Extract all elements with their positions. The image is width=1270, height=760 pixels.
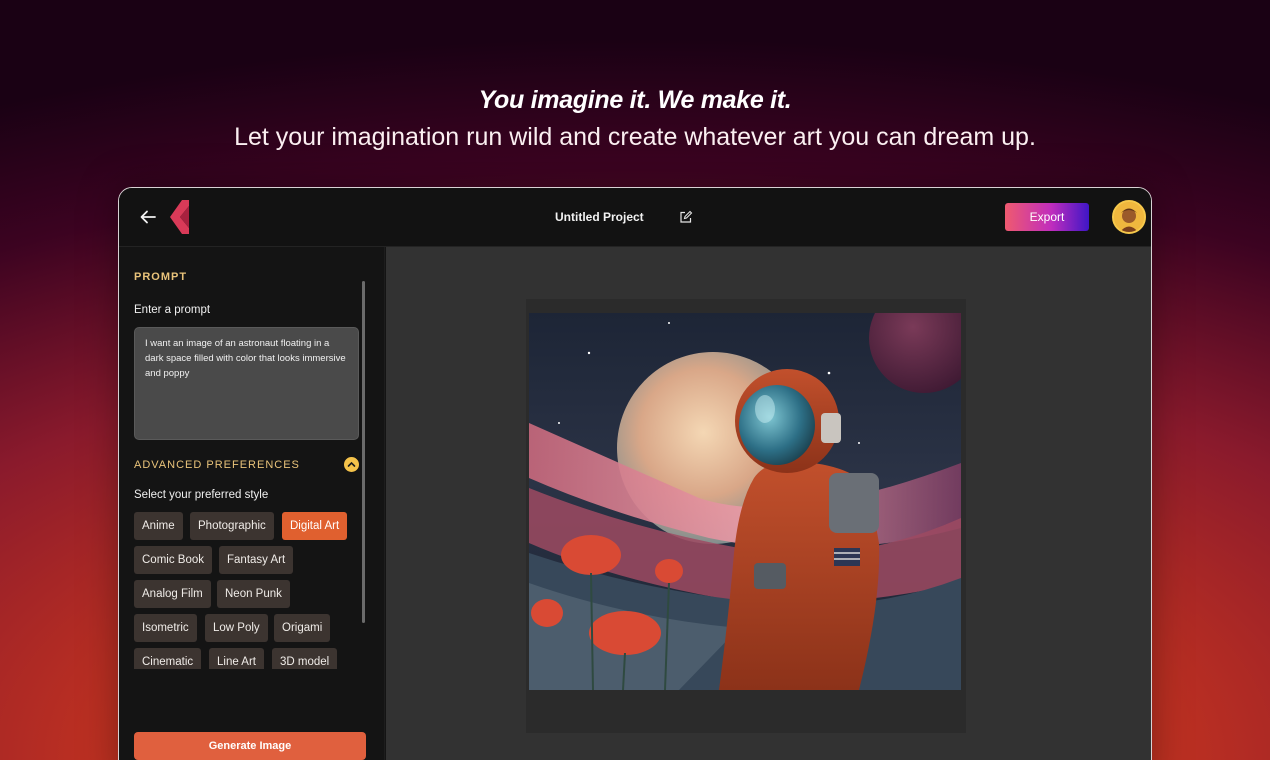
project-title[interactable]: Untitled Project	[555, 210, 644, 224]
export-button[interactable]: Export	[1005, 203, 1089, 231]
sidebar: PROMPT Enter a prompt I want an image of…	[119, 247, 385, 760]
style-chip-neon-punk[interactable]: Neon Punk	[217, 580, 290, 608]
sidebar-scrollbar[interactable]	[362, 281, 365, 623]
style-chip-photographic[interactable]: Photographic	[190, 512, 274, 540]
arrow-left-icon	[140, 210, 156, 224]
app-window: Untitled Project Export PROMPT Enter a p…	[118, 187, 1152, 760]
advanced-collapse-button[interactable]	[344, 457, 359, 472]
generate-image-button[interactable]: Generate Image	[134, 732, 366, 760]
advanced-preferences-title[interactable]: ADVANCED PREFERENCES	[134, 459, 300, 471]
user-avatar[interactable]	[1112, 200, 1146, 234]
avatar-face-icon	[1114, 202, 1144, 232]
chevron-up-icon	[347, 461, 356, 467]
hero: You imagine it. We make it. Let your ima…	[0, 86, 1270, 152]
back-button[interactable]	[137, 206, 159, 228]
prompt-section-title: PROMPT	[134, 271, 188, 283]
canvas-area	[386, 247, 1151, 760]
prompt-input[interactable]: I want an image of an astronaut floating…	[134, 327, 359, 440]
style-chip-low-poly[interactable]: Low Poly	[205, 614, 268, 642]
style-chip-fantasy-art[interactable]: Fantasy Art	[219, 546, 294, 574]
prompt-label: Enter a prompt	[134, 304, 211, 316]
style-chip-line-art[interactable]: Line Art	[209, 648, 264, 669]
style-chip-list: Anime Photographic Digital Art Comic Boo…	[134, 512, 359, 669]
style-chip-anime[interactable]: Anime	[134, 512, 183, 540]
edit-icon[interactable]	[679, 210, 693, 224]
style-chip-origami[interactable]: Origami	[274, 614, 331, 642]
top-bar: Untitled Project Export	[119, 188, 1151, 247]
hero-subtitle: Let your imagination run wild and create…	[234, 123, 1036, 151]
style-chip-cinematic[interactable]: Cinematic	[134, 648, 202, 669]
style-chip-comic-book[interactable]: Comic Book	[134, 546, 212, 574]
style-chip-analog-film[interactable]: Analog Film	[134, 580, 211, 608]
generated-image[interactable]	[529, 313, 961, 690]
style-label: Select your preferred style	[134, 489, 269, 501]
style-chip-isometric[interactable]: Isometric	[134, 614, 197, 642]
style-chip-digital-art[interactable]: Digital Art	[282, 512, 348, 540]
style-chip-3d-model[interactable]: 3D model	[272, 648, 338, 669]
brand-logo-icon[interactable]	[169, 200, 191, 234]
hero-title: You imagine it. We make it.	[478, 86, 792, 114]
